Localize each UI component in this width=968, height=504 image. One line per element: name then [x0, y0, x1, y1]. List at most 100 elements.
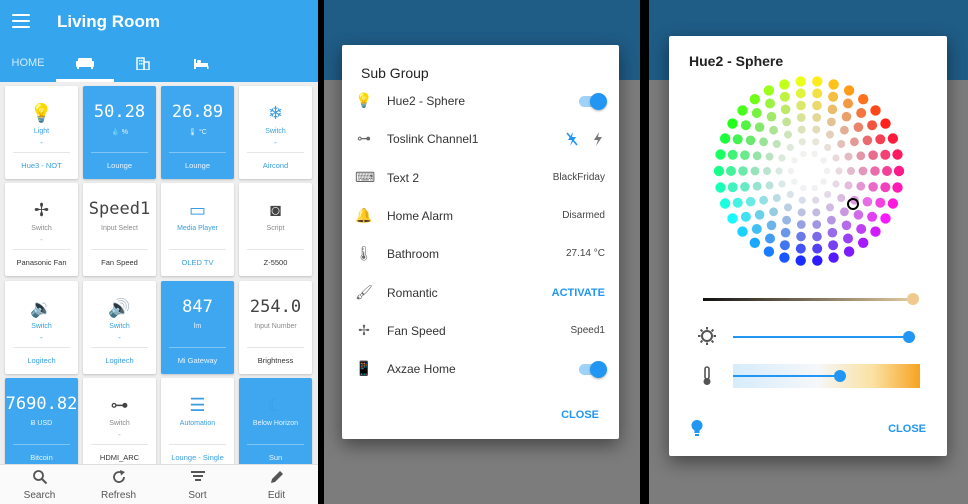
- toggle-switch[interactable]: [579, 361, 607, 379]
- entity-tile[interactable]: 254.0 Input Number Brightness: [239, 281, 312, 374]
- color-dot[interactable]: [766, 220, 777, 231]
- color-dot[interactable]: [752, 151, 762, 161]
- color-dot[interactable]: [780, 227, 791, 238]
- color-dot[interactable]: [870, 226, 881, 237]
- entity-tile[interactable]: 🔉 Switch - Logitech: [5, 281, 78, 374]
- color-dot[interactable]: [786, 143, 794, 152]
- color-dot[interactable]: [841, 220, 852, 231]
- entity-tile[interactable]: ❄ Switch - Aircond: [239, 86, 312, 179]
- color-dot[interactable]: [795, 76, 806, 87]
- color-dot[interactable]: [765, 181, 774, 190]
- color-dot[interactable]: [840, 125, 849, 135]
- color-dot[interactable]: [715, 182, 726, 193]
- color-dot[interactable]: [812, 125, 821, 134]
- color-dot[interactable]: [782, 215, 791, 225]
- entity-tile[interactable]: 💡 Light - Hue3 - NOT: [5, 86, 78, 179]
- color-dot[interactable]: [786, 190, 794, 199]
- color-dot[interactable]: [727, 118, 738, 129]
- color-dot[interactable]: [882, 166, 892, 176]
- entity-tile[interactable]: 7690.82 Ƀ USD Bitcoin: [5, 378, 78, 471]
- color-dot[interactable]: [844, 152, 853, 161]
- color-dot[interactable]: [862, 196, 873, 207]
- color-dot[interactable]: [812, 88, 823, 99]
- color-dot[interactable]: [837, 140, 846, 148]
- color-dot[interactable]: [887, 133, 899, 144]
- color-dot[interactable]: [779, 240, 790, 251]
- color-dot[interactable]: [867, 120, 878, 131]
- color-dot[interactable]: [738, 166, 748, 176]
- brightness-slider-thumb[interactable]: [903, 331, 916, 343]
- color-dot[interactable]: [751, 108, 762, 118]
- color-dot[interactable]: [798, 196, 806, 204]
- color-dot[interactable]: [828, 252, 839, 263]
- color-dot[interactable]: [782, 117, 791, 127]
- color-dot[interactable]: [752, 181, 762, 191]
- toggle-switch[interactable]: [579, 93, 607, 110]
- color-dot[interactable]: [763, 167, 771, 175]
- entity-tile[interactable]: 847 lm Mi Gateway: [161, 281, 234, 374]
- color-dot[interactable]: [856, 151, 866, 161]
- tab-home[interactable]: HOME: [0, 44, 56, 82]
- color-dot[interactable]: [740, 120, 751, 131]
- edit-button[interactable]: Edit: [237, 469, 316, 501]
- color-dot[interactable]: [870, 105, 881, 116]
- close-button[interactable]: CLOSE: [888, 423, 926, 435]
- color-dot[interactable]: [749, 94, 760, 105]
- color-dot[interactable]: [798, 138, 806, 146]
- color-dot[interactable]: [784, 130, 792, 139]
- entity-row[interactable]: ⌨ Text 2 BlackFriday: [342, 163, 619, 193]
- entity-row[interactable]: 🖌 Romantic ACTIVATE: [342, 278, 619, 308]
- color-dot[interactable]: [812, 220, 822, 229]
- search-button[interactable]: Search: [0, 469, 79, 501]
- color-dot[interactable]: [732, 197, 743, 208]
- tab-building[interactable]: [114, 44, 172, 82]
- color-dot[interactable]: [779, 252, 790, 263]
- color-dot[interactable]: [737, 226, 748, 237]
- entity-tile[interactable]: Speed1 Input Select Fan Speed: [83, 183, 156, 276]
- entity-row[interactable]: 📱 Axzae Home: [342, 354, 619, 384]
- color-dot[interactable]: [765, 233, 775, 244]
- refresh-button[interactable]: Refresh: [79, 469, 158, 501]
- color-dot[interactable]: [778, 180, 786, 188]
- color-dot[interactable]: [856, 108, 867, 118]
- color-dot[interactable]: [820, 157, 827, 164]
- color-dot[interactable]: [880, 182, 891, 193]
- color-dot[interactable]: [843, 233, 853, 244]
- color-dot[interactable]: [832, 180, 840, 188]
- color-dot[interactable]: [858, 237, 869, 248]
- color-dot[interactable]: [887, 198, 899, 209]
- color-dot[interactable]: [740, 211, 751, 222]
- color-dot[interactable]: [795, 88, 806, 99]
- color-dot[interactable]: [749, 237, 760, 248]
- color-dot[interactable]: [841, 111, 852, 122]
- temperature-slider-thumb[interactable]: [833, 370, 846, 382]
- color-dot[interactable]: [880, 118, 891, 129]
- color-dot[interactable]: [780, 104, 791, 115]
- color-dot[interactable]: [827, 104, 838, 115]
- tab-living-room[interactable]: [56, 44, 114, 82]
- color-dot[interactable]: [843, 246, 855, 257]
- entity-tile[interactable]: ▭ Media Player OLED TV: [161, 183, 234, 276]
- sort-button[interactable]: Sort: [158, 469, 237, 501]
- color-dot[interactable]: [832, 154, 840, 162]
- color-dot[interactable]: [796, 113, 806, 122]
- color-dot[interactable]: [868, 150, 878, 160]
- color-dot[interactable]: [826, 130, 834, 139]
- entity-row[interactable]: ⊶ Toslink Channel1: [342, 124, 619, 154]
- color-dot[interactable]: [811, 184, 818, 192]
- color-dot[interactable]: [763, 85, 775, 96]
- color-dot[interactable]: [812, 76, 823, 87]
- color-dot[interactable]: [796, 220, 806, 229]
- color-dot[interactable]: [795, 255, 806, 266]
- color-dot[interactable]: [740, 150, 750, 160]
- color-dot[interactable]: [745, 135, 756, 146]
- color-dot[interactable]: [791, 157, 798, 164]
- entity-tile[interactable]: 🔊 Switch - Logitech: [83, 281, 156, 374]
- color-dot[interactable]: [754, 210, 765, 220]
- color-wheel[interactable]: [714, 76, 904, 266]
- color-dot[interactable]: [796, 100, 806, 111]
- color-dot[interactable]: [812, 243, 823, 254]
- color-dot[interactable]: [856, 224, 867, 234]
- color-dot[interactable]: [847, 167, 855, 175]
- color-dot[interactable]: [745, 196, 756, 207]
